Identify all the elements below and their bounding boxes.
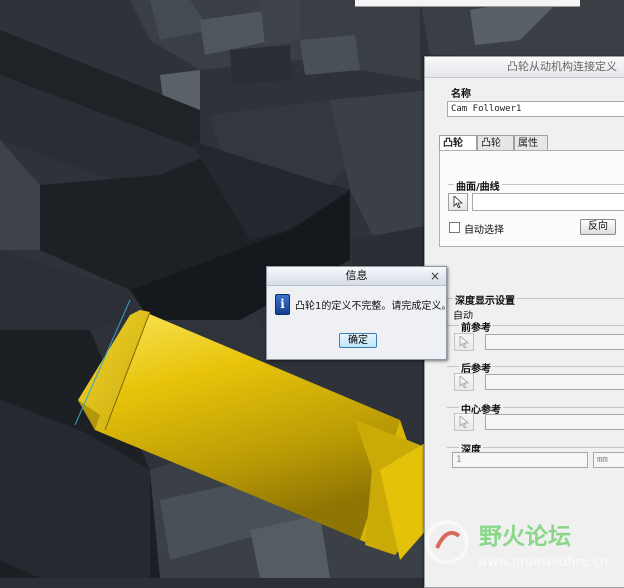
ok-button[interactable]: 确定 <box>339 333 377 348</box>
watermark-logo-icon: 野火论坛 www.proewildfire.cn <box>425 520 608 570</box>
tab-panel: 曲面/曲线 自动选择 反向 <box>439 150 624 247</box>
rear-ref-select-button[interactable] <box>454 373 474 391</box>
front-ref-label: 前参考 <box>459 319 493 334</box>
name-field[interactable]: Cam Follower1 <box>447 101 624 117</box>
depth-unit-select[interactable]: mm <box>593 452 624 468</box>
name-label: 名称 <box>451 89 471 100</box>
reverse-button[interactable]: 反向 <box>580 219 616 235</box>
surface-select-button[interactable] <box>448 193 468 211</box>
depth-display-label: 深度显示设置 <box>453 292 517 307</box>
close-icon[interactable]: × <box>429 267 441 285</box>
auto-select-checkbox[interactable] <box>449 222 460 233</box>
rear-ref-collector[interactable] <box>485 374 624 390</box>
cam-follower-dialog: 凸轮从动机构连接定义 名称 Cam Follower1 凸轮 1 凸轮 2 属性… <box>424 56 624 588</box>
auto-select-label: 自动选择 <box>464 225 504 236</box>
top-table-strip <box>355 0 580 7</box>
cursor-arrow-icon <box>459 416 469 428</box>
surface-curve-label: 曲面/曲线 <box>454 178 502 193</box>
dialog-title: 凸轮从动机构连接定义 <box>425 57 624 78</box>
tab-properties[interactable]: 属性 <box>514 135 548 150</box>
cursor-arrow-icon <box>459 376 469 388</box>
center-ref-select-button[interactable] <box>454 413 474 431</box>
cursor-arrow-icon <box>459 336 469 348</box>
message-title: 信息 <box>345 269 368 282</box>
message-title-bar: 信息 × <box>267 267 446 286</box>
front-ref-select-button[interactable] <box>454 333 474 351</box>
depth-field[interactable]: 1 <box>452 452 588 468</box>
center-ref-collector[interactable] <box>485 414 624 430</box>
message-text: 凸轮1的定义不完整。请完成定义。 <box>295 301 452 312</box>
surface-collector[interactable] <box>472 193 624 211</box>
front-ref-collector[interactable] <box>485 334 624 350</box>
tab-cam2[interactable]: 凸轮 2 <box>477 135 514 164</box>
watermark-title: 野火论坛 <box>479 523 571 550</box>
info-icon: i <box>275 294 290 315</box>
forum-watermark: 野火论坛 www.proewildfire.cn <box>417 512 624 578</box>
info-message-box: 信息 × i 凸轮1的定义不完整。请完成定义。 确定 <box>266 266 451 360</box>
cursor-arrow-icon <box>453 196 463 208</box>
watermark-url: www.proewildfire.cn <box>477 555 608 570</box>
